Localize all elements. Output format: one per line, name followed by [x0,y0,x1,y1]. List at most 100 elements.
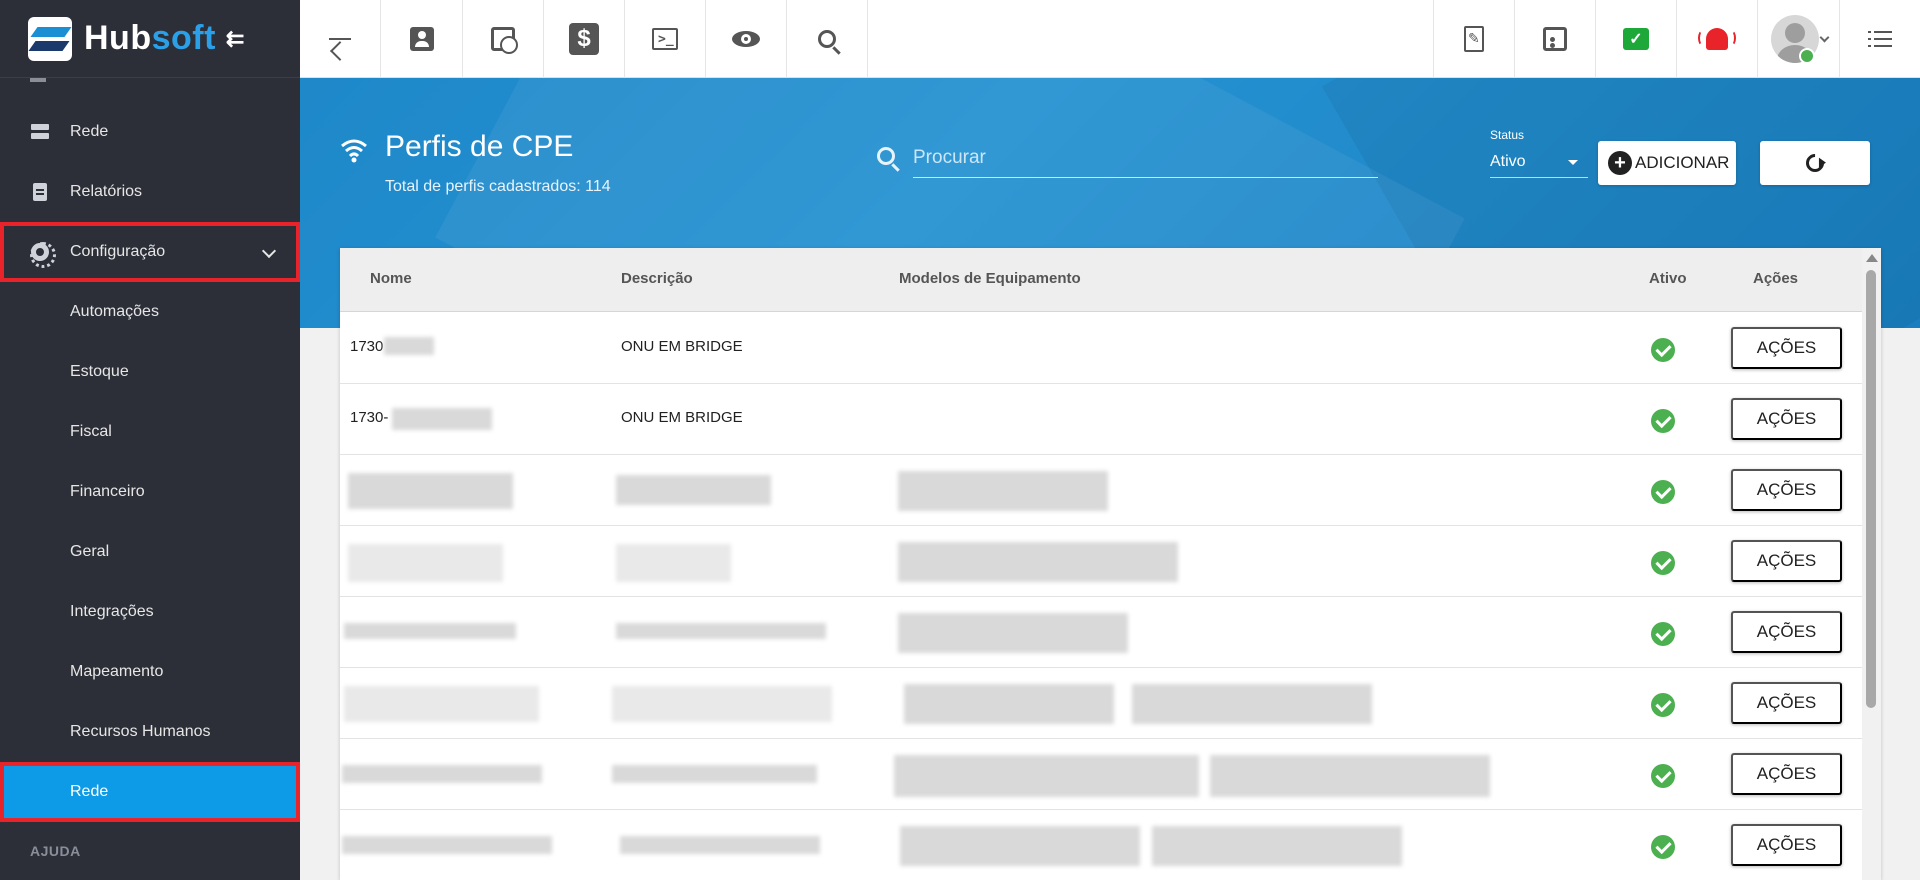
redacted-text [1210,755,1490,797]
user-menu-button[interactable] [1757,0,1839,78]
actions-button[interactable]: AÇÕES [1731,469,1842,511]
contact-icon [410,27,434,51]
finance-button[interactable]: $ [544,0,625,78]
table-row[interactable]: 1730- ONU EM BRIDGE AÇÕES [340,384,1862,455]
table-scrollbar[interactable] [1862,248,1881,880]
calendar-clock-icon [491,27,518,54]
back-button[interactable] [300,0,381,78]
table-row[interactable]: AÇÕES [340,739,1862,810]
redacted-text [620,836,820,854]
redacted-text [384,337,434,355]
menu-list-icon [1868,30,1892,48]
sidebar-subitem-fiscal[interactable]: Fiscal [0,402,300,462]
sidebar-subitem-recursos-humanos[interactable]: Recursos Humanos [0,702,300,762]
table-row[interactable]: AÇÕES [340,597,1862,668]
table-header: Nome Descrição Modelos de Equipamento At… [340,248,1862,312]
search-input[interactable] [913,138,1378,178]
active-check-icon [1651,764,1675,788]
view-button[interactable] [706,0,787,78]
cell-descricao: ONU EM BRIDGE [621,338,743,355]
badge-button[interactable] [1514,0,1595,78]
redacted-text [616,623,826,639]
active-check-icon [1651,693,1675,717]
actions-button[interactable]: AÇÕES [1731,824,1842,866]
app-logo: Hubsoft [84,19,216,57]
collapse-sidebar-icon[interactable]: ⇇ [226,26,244,52]
terminal-button[interactable]: >_ [625,0,706,78]
user-menu-wrapper [1759,0,1839,78]
server-icon [30,122,50,142]
actions-button[interactable]: AÇÕES [1731,398,1842,440]
column-header-nome[interactable]: Nome [370,270,412,287]
wifi-icon [341,139,367,163]
refresh-button[interactable] [1760,141,1870,185]
column-header-modelos[interactable]: Modelos de Equipamento [899,270,1081,287]
pdf-icon [1464,26,1484,52]
sidebar-item-label: Mapeamento [70,663,164,680]
sidebar-item-configuracao[interactable]: Configuração [0,222,300,282]
table-row[interactable]: AÇÕES [340,668,1862,739]
sidebar-subitem-automacoes[interactable]: Automações [0,282,300,342]
column-header-acoes: Ações [1753,270,1799,287]
redacted-text [348,473,513,509]
active-check-icon [1651,409,1675,433]
pdf-button[interactable] [1433,0,1514,78]
table-row[interactable]: AÇÕES [340,455,1862,526]
active-check-icon [1651,835,1675,859]
sidebar-item-label: Relatórios [70,183,143,200]
actions-button[interactable]: AÇÕES [1731,753,1842,795]
schedule-button[interactable] [463,0,544,78]
sidebar-item-label: Rede [70,783,109,800]
actions-button[interactable]: AÇÕES [1731,682,1842,724]
sidebar-subitem-rede[interactable]: Rede [0,762,300,822]
chat-button[interactable]: ✓ [1595,0,1676,78]
table-row[interactable]: AÇÕES [340,526,1862,597]
active-check-icon [1651,551,1675,575]
redacted-text [616,544,731,582]
cell-nome: 1730 [350,338,384,355]
menu-list-button[interactable] [1839,0,1920,78]
alarm-button[interactable] [1676,0,1757,78]
eye-icon [732,31,760,47]
search-field [875,138,1380,178]
sidebar-subitem-integracoes[interactable]: Integrações [0,582,300,642]
search-button[interactable] [787,0,868,78]
active-check-icon [1651,480,1675,504]
sidebar-subitem-geral[interactable]: Geral [0,522,300,582]
table-row[interactable]: 1730 ONU EM BRIDGE AÇÕES [340,313,1862,384]
actions-button[interactable]: AÇÕES [1731,540,1842,582]
column-header-ativo[interactable]: Ativo [1649,270,1687,287]
redacted-text [898,613,1128,653]
terminal-icon: >_ [652,28,678,50]
page-title: Perfis de CPE [385,130,574,163]
search-icon [818,30,836,48]
sidebar-item-rede[interactable]: Rede [0,102,300,162]
redacted-text [342,765,542,783]
sidebar-item-label: Automações [70,303,159,320]
badge-icon [1543,27,1567,51]
sidebar-subitem-mapeamento[interactable]: Mapeamento [0,642,300,702]
add-button[interactable]: + ADICIONAR [1598,141,1736,185]
sidebar-item-label: Recursos Humanos [70,723,211,740]
actions-button[interactable]: AÇÕES [1731,327,1842,369]
redacted-text [392,408,492,430]
contacts-button[interactable] [382,0,463,78]
scroll-up-icon[interactable] [1866,254,1878,262]
cell-nome: 1730- [350,409,389,426]
sidebar-item-relatorios[interactable]: Relatórios [0,162,300,222]
status-select[interactable]: Ativo [1490,148,1588,178]
column-header-descricao[interactable]: Descrição [621,270,693,287]
scroll-thumb[interactable] [1866,270,1876,708]
scroll-stub [30,78,46,82]
table-row[interactable]: AÇÕES [340,810,1862,880]
sidebar-subitem-estoque[interactable]: Estoque [0,342,300,402]
hubsoft-logo-icon [28,16,72,61]
redacted-text [894,755,1199,797]
redacted-text [1132,684,1372,724]
sidebar-subitem-financeiro[interactable]: Financeiro [0,462,300,522]
redacted-text [344,686,539,722]
redacted-text [348,544,503,582]
sidebar-section-ajuda: AJUDA [30,843,81,859]
status-label: Status [1490,128,1525,142]
actions-button[interactable]: AÇÕES [1731,611,1842,653]
